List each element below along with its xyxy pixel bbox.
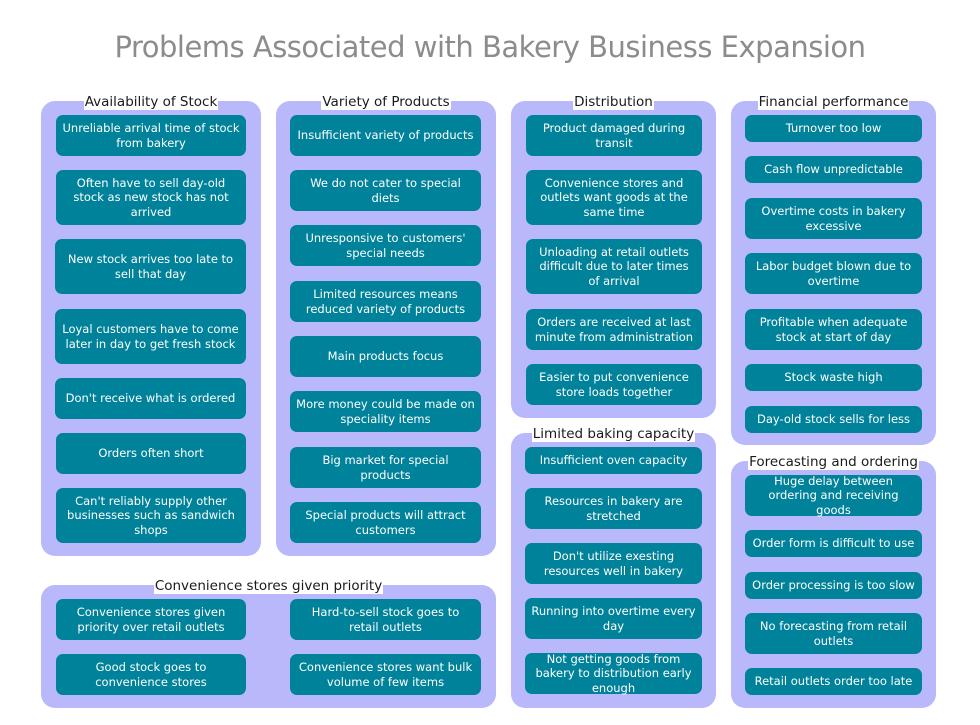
problem-box[interactable]: Convenience stores want bulk volume of f…	[290, 654, 481, 695]
group-label: Availability of Stock	[83, 94, 219, 110]
problem-box[interactable]: Can't reliably supply other businesses s…	[56, 488, 246, 543]
problem-box[interactable]: Unreliable arrival time of stock from ba…	[56, 115, 246, 156]
problem-box[interactable]: Order processing is too slow	[745, 572, 922, 599]
problem-box[interactable]: Day-old stock sells for less	[745, 406, 922, 433]
problem-box[interactable]: Orders often short	[56, 433, 246, 474]
problem-box[interactable]: Good stock goes to convenience stores	[56, 654, 246, 695]
problem-box[interactable]: Orders are received at last minute from …	[526, 309, 702, 350]
problem-box[interactable]: Don't utilize exesting resources well in…	[525, 543, 702, 584]
group-distribution: Distribution Product damaged during tran…	[511, 94, 716, 418]
group-limited-baking-capacity: Limited baking capacity Insufficient ove…	[511, 426, 716, 708]
problem-box[interactable]: Product damaged during transit	[526, 115, 702, 156]
problem-box[interactable]: Easier to put convenience store loads to…	[526, 364, 702, 405]
problem-box[interactable]: Limited resources means reduced variety …	[290, 281, 481, 322]
diagram-title: Problems Associated with Bakery Business…	[114, 30, 866, 64]
problem-box[interactable]: Special products will attract customers	[290, 502, 481, 543]
problem-box[interactable]: Order form is difficult to use	[745, 530, 922, 557]
problem-box[interactable]: Turnover too low	[745, 115, 922, 142]
problem-box[interactable]: Often have to sell day-old stock as new …	[56, 170, 246, 225]
problem-box[interactable]: We do not cater to special diets	[290, 170, 481, 211]
group-availability-of-stock: Availability of Stock Unreliable arrival…	[41, 94, 261, 556]
group-label: Financial performance	[757, 94, 910, 110]
group-label: Convenience stores given priority	[153, 578, 384, 594]
problem-box[interactable]: Stock waste high	[745, 364, 922, 391]
problem-box[interactable]: Main products focus	[290, 336, 481, 377]
group-variety-of-products: Variety of Products Insufficient variety…	[276, 94, 496, 556]
problem-box[interactable]: Loyal customers have to come later in da…	[55, 309, 246, 364]
problem-box[interactable]: Cash flow unpredictable	[745, 156, 922, 183]
group-convenience-stores-given-priority: Convenience stores given priority Conven…	[41, 578, 496, 708]
problem-box[interactable]: Insufficient oven capacity	[525, 447, 702, 474]
group-label: Variety of Products	[321, 94, 451, 110]
group-label: Limited baking capacity	[531, 426, 696, 442]
problem-box[interactable]: Labor budget blown due to overtime	[745, 253, 922, 294]
problem-box[interactable]: Don't receive what is ordered	[55, 378, 246, 419]
problem-box[interactable]: Convenience stores and outlets want good…	[526, 170, 702, 225]
problem-box[interactable]: Unloading at retail outlets difficult du…	[526, 239, 702, 294]
problem-box[interactable]: Big market for special products	[290, 447, 481, 488]
problem-box[interactable]: Retail outlets order too late	[745, 668, 922, 695]
problem-box[interactable]: Convenience stores given priority over r…	[56, 599, 246, 640]
group-label: Distribution	[573, 94, 654, 110]
problem-box[interactable]: New stock arrives too late to sell that …	[55, 239, 246, 294]
group-forecasting-and-ordering: Forecasting and ordering Huge delay betw…	[731, 454, 936, 708]
problem-box[interactable]: Overtime costs in bakery excessive	[745, 198, 922, 239]
problem-box[interactable]: Unresponsive to customers' special needs	[290, 225, 481, 266]
problem-box[interactable]: Profitable when adequate stock at start …	[745, 309, 922, 350]
problem-box[interactable]: Insufficient variety of products	[290, 115, 481, 156]
problem-box[interactable]: Huge delay between ordering and receivin…	[745, 474, 922, 517]
problem-box[interactable]: Hard-to-sell stock goes to retail outlet…	[290, 599, 481, 640]
group-label: Forecasting and ordering	[748, 454, 919, 470]
problem-box[interactable]: Resources in bakery are stretched	[525, 488, 702, 529]
problem-box[interactable]: Not getting goods from bakery to distrib…	[525, 652, 702, 695]
group-financial-performance: Financial performance Turnover too low C…	[731, 94, 936, 445]
problem-box[interactable]: Running into overtime every day	[525, 598, 702, 639]
problem-box[interactable]: More money could be made on speciality i…	[290, 391, 481, 432]
problem-box[interactable]: No forecasting from retail outlets	[745, 613, 922, 654]
